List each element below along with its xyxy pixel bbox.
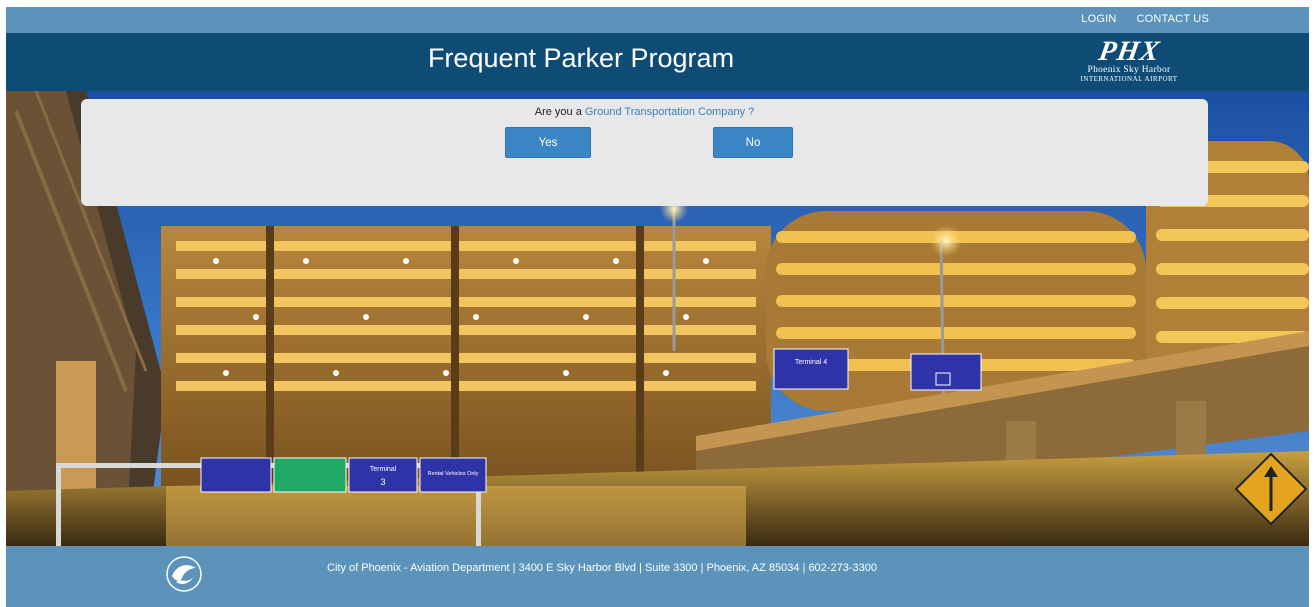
logo-mark: PHX	[1096, 36, 1163, 67]
choice-row: Yes No	[81, 127, 1208, 159]
sign-terminal-4-label: Terminal 4	[795, 359, 827, 366]
footer-contact-text: City of Phoenix - Aviation Department | …	[327, 562, 877, 574]
dialog-question: Are you a Ground Transportation Company …	[81, 106, 1208, 118]
no-button[interactable]: No	[713, 127, 793, 158]
page: LOGIN CONTACT US Frequent Parker Program…	[6, 7, 1309, 607]
top-links: LOGIN CONTACT US	[1081, 13, 1209, 25]
ground-transport-dialog: Are you a Ground Transportation Company …	[81, 99, 1208, 206]
ground-transportation-link[interactable]: Ground Transportation Company ?	[585, 106, 754, 118]
hero-parking-garage-image: Terminal 3 Rental Vehicles Only Terminal…	[6, 91, 1309, 546]
footer: City of Phoenix - Aviation Department | …	[6, 546, 1309, 607]
sign-rental-label: Rental Vehicles Only	[428, 471, 479, 477]
question-prefix: Are you a	[534, 106, 585, 118]
phx-airport-logo[interactable]: PHX Phoenix Sky Harbor INTERNATIONAL AIR…	[1054, 36, 1204, 85]
sign-terminal-label: Terminal	[370, 466, 397, 473]
city-of-phoenix-bird-icon	[166, 556, 202, 592]
top-utility-bar: LOGIN CONTACT US	[6, 7, 1309, 33]
login-link[interactable]: LOGIN	[1081, 13, 1116, 25]
header: Frequent Parker Program PHX Phoenix Sky …	[6, 33, 1309, 91]
contact-us-link[interactable]: CONTACT US	[1137, 13, 1210, 25]
yes-button[interactable]: Yes	[505, 127, 591, 158]
page-title: Frequent Parker Program	[427, 43, 735, 73]
sign-terminal-number: 3	[380, 477, 385, 487]
logo-line2: INTERNATIONAL AIRPORT	[1080, 75, 1178, 83]
